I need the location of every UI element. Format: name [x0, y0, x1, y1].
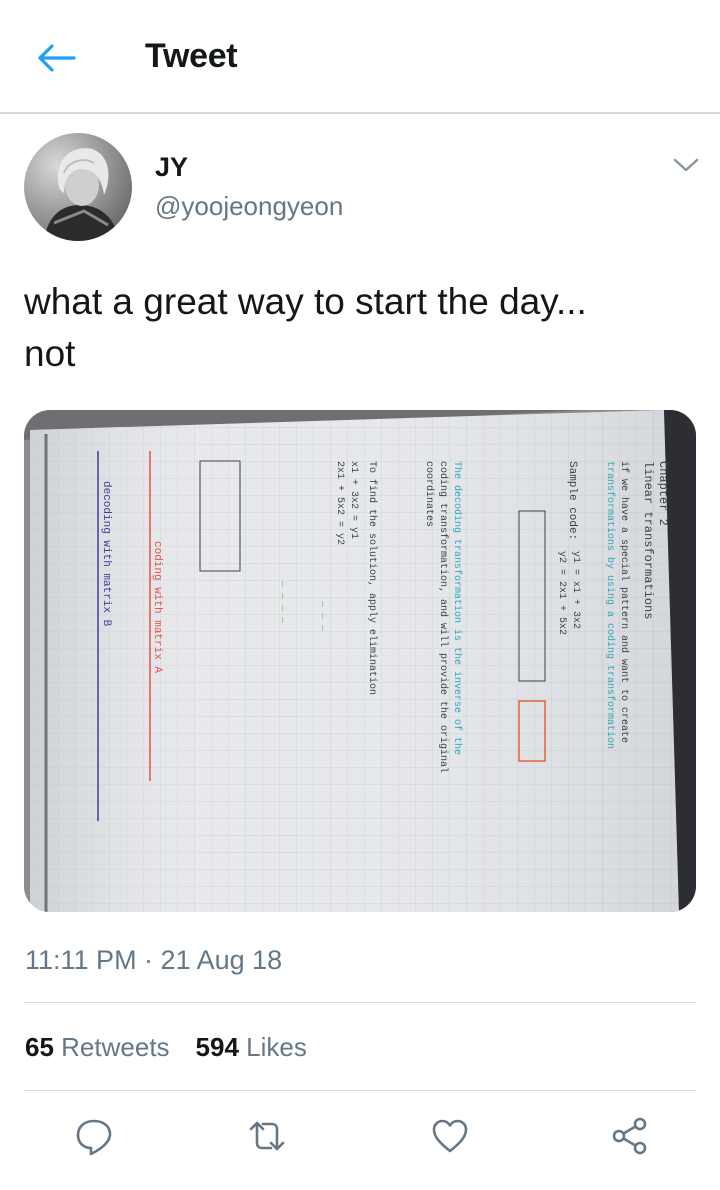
- tweet-photo[interactable]: Chapter 2 linear transformations if we h…: [24, 410, 696, 912]
- like-icon: [432, 1119, 468, 1153]
- retweet-button[interactable]: [237, 1108, 297, 1164]
- action-bar: [0, 1108, 720, 1168]
- likes-count: 594: [195, 1032, 239, 1062]
- notes-equation: x1 + 3x2 = y1: [348, 461, 359, 539]
- retweets-count: 65: [25, 1032, 54, 1062]
- tweet-text-line: not: [24, 333, 76, 374]
- notes-decoding-label: decoding with matrix B: [100, 481, 112, 627]
- reply-icon: [76, 1119, 112, 1156]
- author-display-name[interactable]: JY: [155, 152, 188, 183]
- notes-equation: y1 = x1 + 3x2: [570, 551, 581, 629]
- likes-stat[interactable]: 594 Likes: [196, 1032, 307, 1062]
- notes-line: transformations by using a coding transf…: [604, 461, 616, 749]
- reply-button[interactable]: [64, 1108, 124, 1164]
- retweets-stat[interactable]: 65 Retweets: [25, 1032, 170, 1062]
- back-arrow-icon: [38, 44, 76, 72]
- tweet-timestamp: 11:11 PM · 21 Aug 18: [25, 945, 283, 975]
- notes-line: coding transformation, and will provide …: [437, 461, 449, 773]
- share-button[interactable]: [600, 1108, 660, 1164]
- divider: [24, 1090, 696, 1091]
- top-bar: Tweet: [0, 0, 720, 114]
- page-title: Tweet: [145, 37, 238, 75]
- notes-sample-code: Sample code:: [566, 461, 578, 540]
- like-button[interactable]: [420, 1108, 480, 1164]
- tweet-text: what a great way to start the day... not: [24, 276, 694, 380]
- chevron-down-icon: [673, 158, 699, 172]
- notes-line: To find the solution, apply elimination: [366, 461, 378, 695]
- avatar[interactable]: [24, 133, 132, 241]
- divider: [24, 1002, 696, 1003]
- back-button[interactable]: [30, 34, 82, 82]
- notes-equation: y2 = 2x1 + 5x2: [556, 551, 567, 635]
- retweet-icon: [249, 1121, 285, 1151]
- notes-coding-label: coding with matrix A: [151, 541, 163, 673]
- notes-chapter-title: linear transformations: [641, 461, 655, 619]
- tweet-stats: 65 Retweets 594 Likes: [25, 1032, 333, 1063]
- notes-line: The decoding transformation is the inver…: [451, 461, 463, 755]
- svg-text:— — —: — — —: [316, 600, 327, 632]
- likes-label: Likes: [246, 1032, 307, 1062]
- notes-chapter: Chapter 2: [656, 461, 670, 526]
- more-options-button[interactable]: [668, 150, 704, 180]
- notes-line: coordinates: [423, 461, 435, 527]
- notes-equation: 2x1 + 5x2 = y2: [334, 461, 345, 545]
- notes-line: if we have a special pattern and want to…: [618, 461, 630, 743]
- author-handle[interactable]: @yoojeongyeon: [155, 191, 343, 222]
- svg-text:— — — —: — — — —: [276, 580, 287, 624]
- share-icon: [612, 1117, 647, 1155]
- retweets-label: Retweets: [61, 1032, 170, 1062]
- tweet-text-line: what a great way to start the day...: [24, 281, 587, 322]
